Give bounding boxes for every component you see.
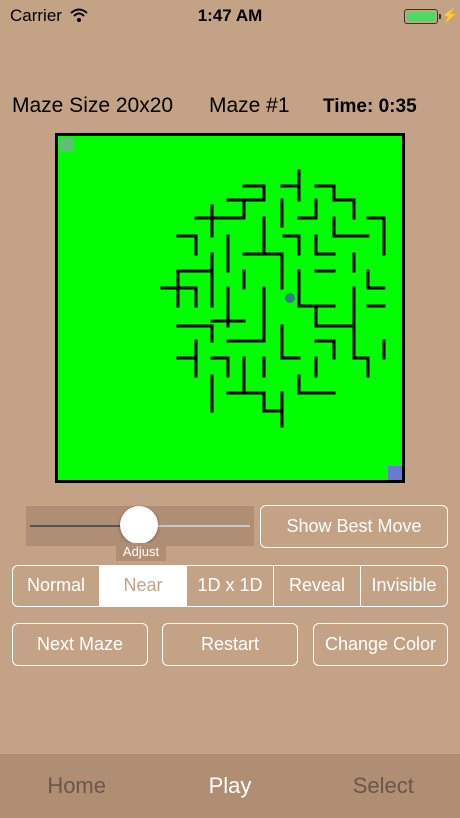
mode-reveal[interactable]: Reveal <box>274 566 361 606</box>
mode-normal[interactable]: Normal <box>13 566 100 606</box>
battery-icon <box>404 9 441 24</box>
restart-button[interactable]: Restart <box>162 623 298 666</box>
show-best-move-button[interactable]: Show Best Move <box>260 505 448 548</box>
next-maze-button[interactable]: Next Maze <box>12 623 148 666</box>
change-color-button[interactable]: Change Color <box>313 623 448 666</box>
mode-1d-x-1d[interactable]: 1D x 1D <box>187 566 274 606</box>
mode-invisible[interactable]: Invisible <box>361 566 447 606</box>
mode-segmented-control: Normal Near 1D x 1D Reveal Invisible <box>12 565 448 607</box>
maze-number-label: Maze #1 <box>209 94 290 117</box>
maze-walls <box>160 169 386 428</box>
tab-select[interactable]: Select <box>307 754 460 818</box>
charging-icon: ⚡ <box>441 7 459 23</box>
maze-size-label: Maze Size 20x20 <box>12 94 174 117</box>
timer-label: Time: 0:35 <box>323 96 417 117</box>
tab-bar: Home Play Select <box>0 754 460 818</box>
mode-near[interactable]: Near <box>100 566 187 606</box>
adjust-slider[interactable] <box>26 506 254 546</box>
status-time: 1:47 AM <box>197 6 263 25</box>
slider-thumb[interactable] <box>120 506 158 544</box>
player-marker <box>285 293 295 303</box>
status-bar: Carrier 1:47 AM ⚡ <box>0 0 460 32</box>
tab-play[interactable]: Play <box>153 754 306 818</box>
maze-info-row: Maze Size 20x20 Maze #1 Time: 0:35 <box>0 94 460 118</box>
slider-caption: Adjust <box>116 543 166 561</box>
tab-home[interactable]: Home <box>0 754 153 818</box>
maze-board[interactable] <box>55 133 405 483</box>
